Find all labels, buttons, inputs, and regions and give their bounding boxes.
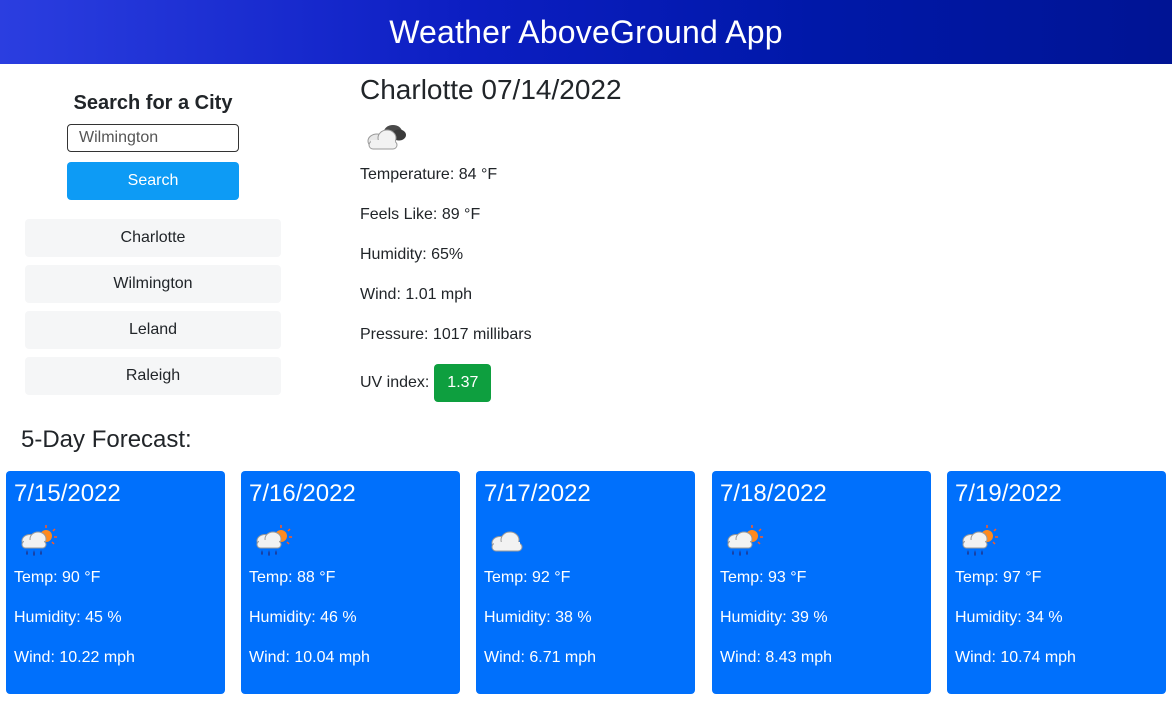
history-item-wilmington[interactable]: Wilmington bbox=[25, 265, 281, 303]
forecast-temp: Temp: 97 °F bbox=[955, 569, 1042, 586]
forecast-wind: Wind: 6.71 mph bbox=[484, 649, 597, 666]
forecast-card: 7/18/2022 Temp: 93 °F Humidity: 39 % Win… bbox=[712, 471, 931, 694]
partly-cloudy-night-icon bbox=[363, 119, 411, 155]
history-item-charlotte[interactable]: Charlotte bbox=[25, 219, 281, 257]
forecast-wind: Wind: 10.74 mph bbox=[955, 649, 1076, 666]
rain-sun-icon bbox=[16, 523, 60, 559]
current-wind: Wind: 1.01 mph bbox=[360, 286, 473, 303]
forecast-date: 7/19/2022 bbox=[955, 480, 1062, 507]
forecast-card: 7/15/2022 Temp: 90 °F Humidity: 45 % Win… bbox=[6, 471, 225, 694]
forecast-temp: Temp: 93 °F bbox=[720, 569, 807, 586]
rain-sun-icon bbox=[722, 523, 766, 559]
forecast-card: 7/16/2022 Temp: 88 °F Humidity: 46 % Win… bbox=[241, 471, 460, 694]
forecast-temp: Temp: 88 °F bbox=[249, 569, 336, 586]
uv-index-label: UV index: bbox=[360, 374, 430, 391]
forecast-date: 7/18/2022 bbox=[720, 480, 827, 507]
forecast-date: 7/17/2022 bbox=[484, 480, 591, 507]
forecast-date: 7/15/2022 bbox=[14, 480, 121, 507]
history-item-leland[interactable]: Leland bbox=[25, 311, 281, 349]
forecast-row: 7/15/2022 Temp: 90 °F Humidity: 45 % Win… bbox=[6, 471, 1168, 694]
forecast-humidity: Humidity: 34 % bbox=[955, 609, 1063, 626]
forecast-card: 7/17/2022 Temp: 92 °F Humidity: 38 % Win… bbox=[476, 471, 695, 694]
rain-sun-icon bbox=[957, 523, 1001, 559]
search-heading: Search for a City bbox=[73, 92, 233, 114]
forecast-date: 7/16/2022 bbox=[249, 480, 356, 507]
current-temperature: Temperature: 84 °F bbox=[360, 166, 498, 183]
cloud-icon bbox=[486, 523, 530, 559]
uv-index-badge: 1.37 bbox=[434, 364, 492, 402]
forecast-heading: 5-Day Forecast: bbox=[21, 426, 192, 453]
forecast-humidity: Humidity: 45 % bbox=[14, 609, 122, 626]
forecast-wind: Wind: 10.04 mph bbox=[249, 649, 370, 666]
current-weather-panel: Charlotte 07/14/2022 Temperature: 84 °F … bbox=[360, 64, 1060, 404]
app-header: Weather AboveGround App bbox=[0, 0, 1172, 64]
current-pressure: Pressure: 1017 millibars bbox=[360, 326, 532, 343]
forecast-wind: Wind: 8.43 mph bbox=[720, 649, 833, 666]
rain-sun-icon bbox=[251, 523, 295, 559]
current-humidity: Humidity: 65% bbox=[360, 246, 464, 263]
search-history-list: Charlotte Wilmington Leland Raleigh bbox=[25, 219, 281, 403]
search-sidebar: Search for a City Search Charlotte Wilmi… bbox=[0, 64, 306, 404]
forecast-humidity: Humidity: 46 % bbox=[249, 609, 357, 626]
forecast-card: 7/19/2022 Temp: 97 °F Humidity: 34 % Win… bbox=[947, 471, 1166, 694]
forecast-wind: Wind: 10.22 mph bbox=[14, 649, 135, 666]
forecast-humidity: Humidity: 39 % bbox=[720, 609, 828, 626]
current-city-date: Charlotte 07/14/2022 bbox=[360, 74, 622, 105]
forecast-temp: Temp: 90 °F bbox=[14, 569, 101, 586]
uv-index-row: UV index: 1.37 bbox=[360, 364, 492, 402]
history-item-raleigh[interactable]: Raleigh bbox=[25, 357, 281, 395]
search-button[interactable]: Search bbox=[67, 162, 239, 200]
current-feels-like: Feels Like: 89 °F bbox=[360, 206, 481, 223]
forecast-temp: Temp: 92 °F bbox=[484, 569, 571, 586]
app-title: Weather AboveGround App bbox=[389, 13, 783, 50]
city-search-input[interactable] bbox=[67, 124, 239, 152]
forecast-humidity: Humidity: 38 % bbox=[484, 609, 592, 626]
